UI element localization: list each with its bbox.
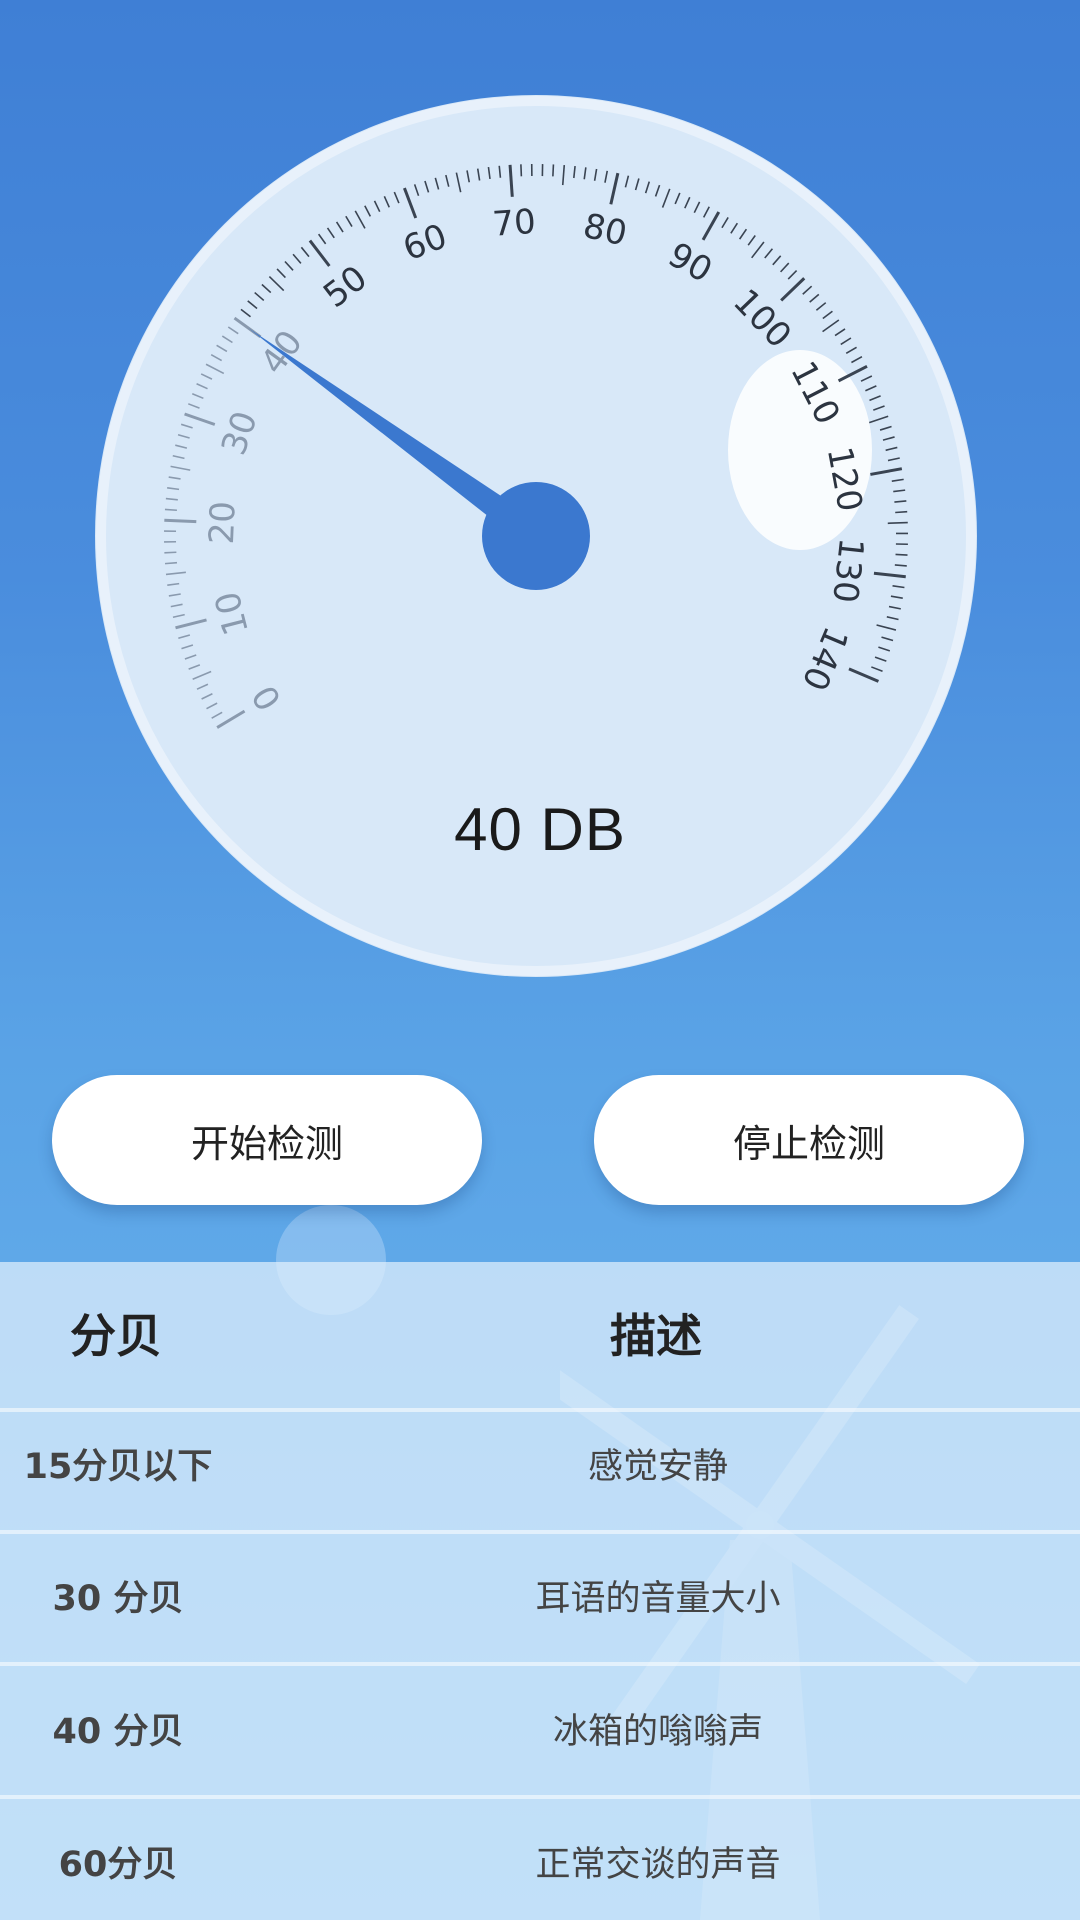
gauge-tick	[164, 518, 197, 524]
header-decibel: 分贝	[70, 1309, 162, 1363]
gauge-tick-label: 130	[824, 536, 871, 605]
table-row-3-decibel: 60分贝	[58, 1845, 178, 1885]
stop-detection-button[interactable]: 停止检测	[594, 1075, 1024, 1205]
decibel-readout: 40 DB	[454, 796, 626, 863]
start-detection-button[interactable]: 开始检测	[52, 1075, 482, 1205]
table-row-1-decibel: 30 分贝	[52, 1579, 184, 1619]
table-row-0-description: 感觉安静	[587, 1447, 728, 1487]
gauge-needle-hub	[482, 482, 590, 590]
table-divider	[0, 1795, 1080, 1799]
table-row-2-decibel: 40 分贝	[52, 1712, 184, 1752]
table-divider	[0, 1408, 1080, 1412]
gauge-tick	[552, 164, 555, 177]
table-row-0-decibel: 15分贝以下	[23, 1447, 213, 1487]
gauge-tick	[894, 500, 907, 503]
gauge-tick	[894, 564, 907, 567]
gauge-tick-label: 70	[491, 202, 537, 245]
gauge-tick	[164, 551, 177, 554]
gauge-tick	[164, 561, 178, 565]
table-row-2-description: 冰箱的嗡嗡声	[552, 1712, 763, 1752]
table-row-3-description: 正常交谈的声音	[535, 1845, 781, 1885]
header-description: 描述	[610, 1309, 702, 1363]
gauge-tick-label: 20	[202, 500, 244, 545]
table-divider	[0, 1530, 1080, 1534]
gauge-tick	[895, 553, 908, 556]
gauge-tick	[895, 510, 908, 514]
table-divider	[0, 1662, 1080, 1666]
gauge-tick	[887, 521, 908, 525]
gauge-tick	[164, 508, 177, 512]
table-row-1-description: 耳语的音量大小	[535, 1579, 781, 1619]
